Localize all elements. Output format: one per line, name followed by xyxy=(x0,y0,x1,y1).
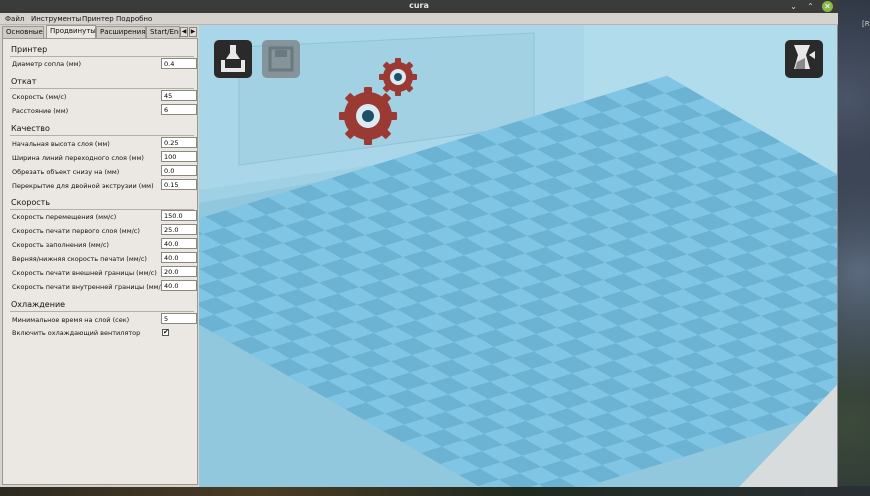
initial-layer-height-label: Начальная высота слоя (мм) xyxy=(12,140,110,148)
section-cooling-title: Охлаждение xyxy=(11,300,66,309)
nozzle-size-input[interactable] xyxy=(161,58,197,69)
advanced-settings-page: Принтер Диаметр сопла (мм) Откат Скорост… xyxy=(2,38,198,485)
initial-layer-height-input[interactable] xyxy=(161,137,197,148)
load-model-button[interactable] xyxy=(214,40,252,78)
window-title: cura xyxy=(409,1,429,10)
min-layer-time-label: Минимальное время на слой (сек) xyxy=(12,316,130,324)
desktop-edge-label: [R xyxy=(862,20,870,28)
menu-expert[interactable]: Подробно xyxy=(116,15,152,23)
dual-extrusion-overlap-label: Перекрытие для двойной экструзии (мм) xyxy=(12,182,154,190)
tab-scroll-left-icon[interactable]: ◀ xyxy=(180,27,188,37)
section-retraction-title: Откат xyxy=(11,77,37,86)
print-bed-scene xyxy=(199,25,837,487)
retraction-distance-input[interactable] xyxy=(161,104,197,115)
top-bottom-speed-input[interactable] xyxy=(161,252,197,263)
retraction-speed-input[interactable] xyxy=(161,90,197,101)
section-divider xyxy=(10,135,194,136)
desktop-background: [R xyxy=(838,0,870,496)
section-divider xyxy=(10,88,194,89)
nozzle-size-label: Диаметр сопла (мм) xyxy=(12,60,82,68)
view-mode-icon xyxy=(794,45,815,70)
travel-speed-input[interactable] xyxy=(161,210,197,221)
bottom-layer-speed-label: Скорость печати первого слоя (мм/с) xyxy=(12,227,140,235)
dual-extrusion-overlap-input[interactable] xyxy=(161,179,197,190)
menu-tools[interactable]: Инструменты xyxy=(31,15,81,23)
loading-gears-icon xyxy=(339,58,417,145)
settings-panel: Основные Продвинутые Расширения Start/En… xyxy=(0,25,198,487)
travel-speed-label: Скорость перемещения (мм/с) xyxy=(12,213,117,221)
inner-shell-speed-input[interactable] xyxy=(161,280,197,291)
save-gcode-icon xyxy=(268,46,294,72)
outer-shell-speed-input[interactable] xyxy=(161,266,197,277)
outer-shell-speed-label: Скорость печати внешней границы (мм/с) xyxy=(12,269,157,277)
load-model-icon xyxy=(221,45,245,72)
section-speed-title: Скорость xyxy=(11,198,51,207)
close-button[interactable]: ✕ xyxy=(822,1,833,12)
settings-tabs: Основные Продвинутые Расширения Start/En… xyxy=(2,25,198,38)
bottom-layer-speed-input[interactable] xyxy=(161,224,197,235)
section-quality-title: Качество xyxy=(11,124,50,133)
menu-printer[interactable]: Принтер xyxy=(82,15,114,23)
minimize-button[interactable]: ⌄ xyxy=(788,1,799,12)
cooling-fan-checkbox[interactable]: ✔ xyxy=(162,329,169,336)
initial-layer-width-label: Ширина линий переходного слоя (мм) xyxy=(12,154,144,162)
tab-start-end[interactable]: Start/End xyxy=(146,26,180,38)
title-bar: cura ⌄ ⌃ ✕ xyxy=(0,0,838,13)
infill-speed-label: Скорость заполнения (мм/с) xyxy=(12,241,109,249)
cura-window: cura ⌄ ⌃ ✕ Файл Инструменты Принтер Подр… xyxy=(0,0,838,487)
initial-layer-width-input[interactable] xyxy=(161,151,197,162)
section-printer-title: Принтер xyxy=(11,45,48,54)
tab-basic[interactable]: Основные xyxy=(2,26,44,38)
infill-speed-input[interactable] xyxy=(161,238,197,249)
min-layer-time-input[interactable] xyxy=(161,313,197,324)
section-divider xyxy=(10,56,194,57)
menu-bar: Файл Инструменты Принтер Подробно xyxy=(0,13,838,25)
cooling-fan-label: Включить охлаждающий вентилятор xyxy=(12,329,141,337)
desktop-bottom-strip xyxy=(0,486,870,496)
3d-viewport[interactable] xyxy=(199,25,837,487)
retraction-speed-label: Скорость (мм/с) xyxy=(12,93,67,101)
inner-shell-speed-label: Скорость печати внутренней границы (мм/с… xyxy=(12,283,167,291)
section-divider xyxy=(10,311,194,312)
save-gcode-button[interactable] xyxy=(262,40,300,78)
retraction-distance-label: Расстояние (мм) xyxy=(12,107,69,115)
tab-plugins[interactable]: Расширения xyxy=(96,26,146,38)
maximize-button[interactable]: ⌃ xyxy=(805,1,816,12)
cut-off-bottom-label: Обрезать объект снизу на (мм) xyxy=(12,168,120,176)
top-bottom-speed-label: Верняя/нижняя скорость печати (мм/с) xyxy=(12,255,147,263)
menu-file[interactable]: Файл xyxy=(5,15,24,23)
tab-advanced[interactable]: Продвинутые xyxy=(46,25,100,38)
view-mode-button[interactable] xyxy=(785,40,823,78)
tab-scroll-right-icon[interactable]: ▶ xyxy=(189,27,197,37)
cut-off-bottom-input[interactable] xyxy=(161,165,197,176)
